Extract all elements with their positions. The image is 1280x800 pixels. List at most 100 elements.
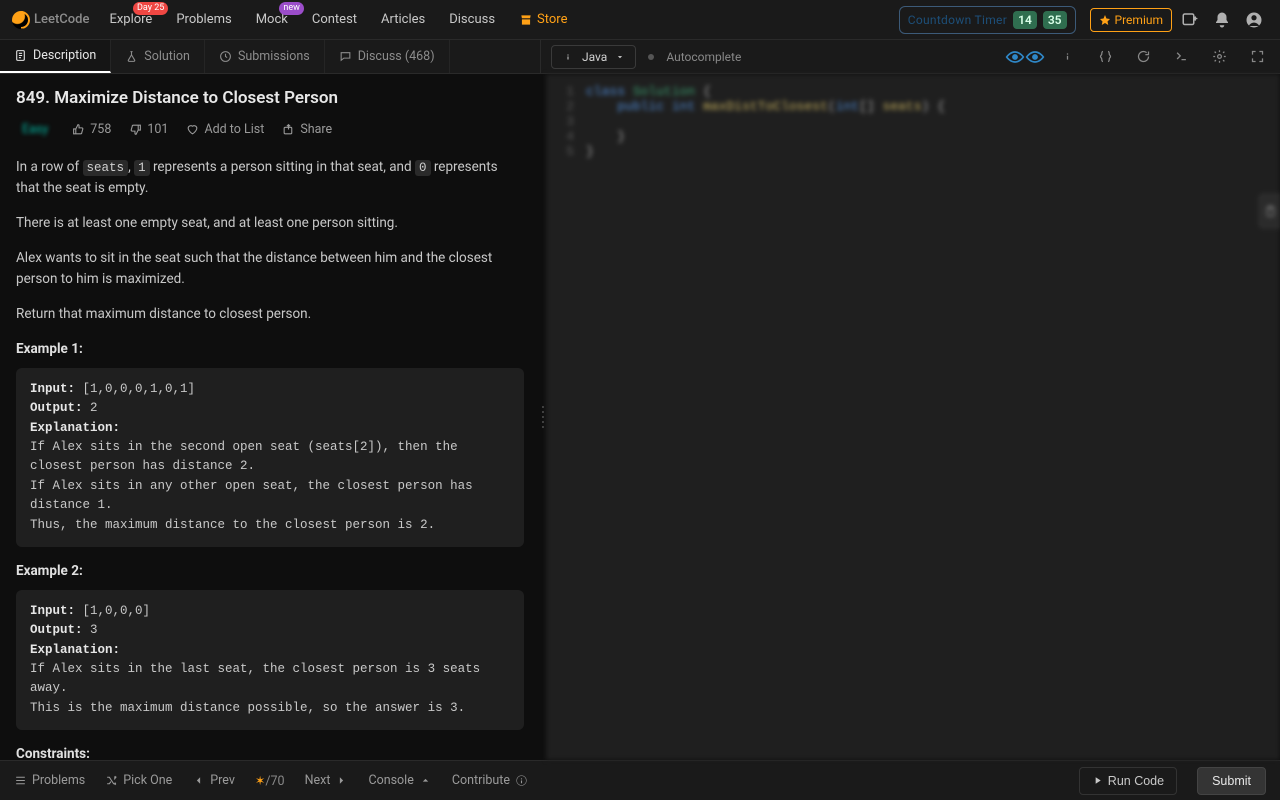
caret-up-icon	[419, 774, 432, 787]
next-button[interactable]: Next	[305, 773, 349, 788]
tab-discuss[interactable]: Discuss (468)	[325, 40, 450, 73]
notifications-button[interactable]	[1208, 6, 1236, 34]
fullscreen-icon	[1250, 49, 1265, 64]
console-label: Console	[368, 773, 413, 788]
visibility-toggle[interactable]	[1008, 44, 1042, 70]
shuffle-icon	[105, 774, 118, 787]
problems-button[interactable]: Problems	[14, 773, 85, 788]
thumbs-up-icon	[72, 123, 85, 136]
constraints-header: Constraints:	[16, 744, 524, 760]
language-dropdown[interactable]: Java	[551, 45, 636, 69]
add-playground-icon	[1181, 11, 1199, 29]
braces-icon	[1098, 49, 1113, 64]
autocomplete-label: Autocomplete	[666, 50, 741, 64]
brand-logo[interactable]: LeetCode	[12, 11, 89, 29]
add-to-list-button[interactable]: Add to List	[186, 122, 264, 137]
nav-mock[interactable]: Mock new	[246, 6, 298, 33]
nav-articles[interactable]: Articles	[371, 6, 435, 33]
dislike-button[interactable]: 101	[129, 122, 168, 137]
clipboard-icon	[1264, 205, 1277, 218]
console-button[interactable]: Console	[368, 773, 431, 788]
nav-contest[interactable]: Contest	[302, 6, 367, 33]
page-indicator: /70	[265, 774, 284, 789]
autocomplete-indicator	[648, 54, 654, 60]
editor-toolbar: Java Autocomplete	[540, 40, 1280, 73]
timer-minutes: 14	[1013, 11, 1037, 29]
list-icon	[14, 774, 27, 787]
tab-solution[interactable]: Solution	[111, 40, 205, 73]
example-1: Input: [1,0,0,0,1,0,1] Output: 2 Explana…	[16, 368, 524, 547]
pick-one-button[interactable]: Pick One	[105, 773, 172, 788]
problem-statement: In a row of seats, 1 represents a person…	[16, 157, 524, 760]
gear-icon	[1212, 49, 1227, 64]
reset-icon	[1136, 49, 1151, 64]
like-button[interactable]: 758	[72, 122, 111, 137]
share-icon	[282, 123, 295, 136]
tab-description[interactable]: Description	[0, 40, 111, 73]
nav-problems[interactable]: Problems	[166, 6, 241, 33]
timer-label: Countdown Timer	[908, 13, 1007, 27]
premium-button[interactable]: Premium	[1090, 8, 1172, 32]
share-button[interactable]: Share	[282, 122, 332, 137]
eye-icon	[1025, 50, 1045, 64]
mock-badge: new	[279, 2, 304, 15]
terminal-icon	[1174, 49, 1189, 64]
chevron-down-icon	[615, 52, 625, 62]
code-chip: 0	[415, 160, 431, 176]
nav-discuss[interactable]: Discuss	[439, 6, 505, 33]
difficulty-badge: Easy	[16, 120, 54, 139]
user-icon	[1245, 11, 1263, 29]
contribute-label: Contribute	[452, 773, 510, 788]
chevron-right-icon	[335, 774, 348, 787]
new-playground-button[interactable]	[1176, 6, 1204, 34]
nav-explore[interactable]: Explore Day 25	[99, 6, 162, 33]
italic-info-icon	[1060, 49, 1075, 64]
problem-tabs: Description Solution Submissions Discuss…	[0, 40, 540, 73]
store-icon	[519, 13, 533, 27]
countdown-timer[interactable]: Countdown Timer 14 35	[899, 6, 1076, 34]
constraints: Constraints: 2 <= seats.length <= 20000 …	[16, 744, 524, 760]
description-scroll[interactable]: 849. Maximize Distance to Closest Person…	[0, 74, 540, 760]
description-icon	[14, 49, 27, 62]
tabs-row: Description Solution Submissions Discuss…	[0, 40, 1280, 74]
code-chip: 1	[134, 160, 150, 176]
likes-count: 758	[90, 122, 111, 137]
tab-submissions-label: Submissions	[238, 49, 310, 64]
gear-small-icon: ✶	[255, 774, 265, 789]
pager[interactable]: ✶/70	[255, 773, 285, 789]
dislikes-count: 101	[147, 122, 168, 137]
run-code-button[interactable]: Run Code	[1079, 767, 1177, 795]
tab-submissions[interactable]: Submissions	[205, 40, 325, 73]
thumbs-down-icon	[129, 123, 142, 136]
problems-label: Problems	[32, 773, 85, 788]
top-navbar: LeetCode Explore Day 25 Problems Mock ne…	[0, 0, 1280, 40]
account-menu[interactable]	[1240, 6, 1268, 34]
timer-seconds: 35	[1043, 11, 1067, 29]
contribute-button[interactable]: Contribute	[452, 773, 528, 788]
bottom-bar: Problems Pick One Prev ✶/70 Next Console…	[0, 760, 1280, 800]
discuss-icon	[339, 50, 352, 63]
prev-label: Prev	[210, 773, 235, 788]
explore-badge: Day 25	[133, 2, 168, 15]
heart-icon	[186, 123, 199, 136]
problem-title: 849. Maximize Distance to Closest Person	[16, 88, 524, 108]
fullscreen-button[interactable]	[1244, 44, 1270, 70]
terminal-button[interactable]	[1168, 44, 1194, 70]
submit-button[interactable]: Submit	[1197, 767, 1266, 795]
nav-store[interactable]: Store	[509, 6, 577, 33]
nav-store-label: Store	[537, 12, 567, 27]
problem-meta: Easy 758 101 Add to List Share	[16, 120, 524, 139]
language-label: Java	[582, 50, 607, 64]
settings-button[interactable]	[1206, 44, 1232, 70]
editor-info-button[interactable]	[1054, 44, 1080, 70]
code-chip: seats	[83, 160, 129, 176]
braces-button[interactable]	[1092, 44, 1118, 70]
code-editor[interactable]: 1class Solution { 2 public int maxDistTo…	[546, 74, 1280, 760]
reset-button[interactable]	[1130, 44, 1156, 70]
notes-tab[interactable]	[1259, 194, 1280, 228]
play-icon	[1092, 775, 1103, 786]
star-icon	[1099, 14, 1111, 26]
history-icon	[219, 50, 232, 63]
prev-button[interactable]: Prev	[192, 773, 235, 788]
example-1-header: Example 1:	[16, 339, 524, 360]
